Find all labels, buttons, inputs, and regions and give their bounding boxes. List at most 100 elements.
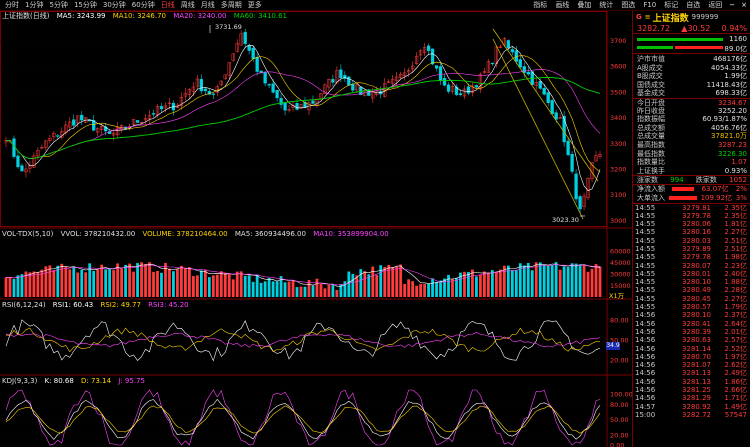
tool-item[interactable]: F10 (639, 0, 660, 11)
k-label: K: 80.68 (44, 377, 74, 385)
tick-vol: 1.49亿 (724, 402, 747, 411)
tick-time: 14:55 (635, 211, 656, 220)
tick-vol: 2.40亿 (724, 269, 747, 278)
kdj-lines (0, 389, 606, 446)
tick-time: 14:56 (635, 361, 656, 370)
vol-ma10-label: MA10: 353899904.00 (313, 230, 389, 238)
period-tab[interactable]: 多周期 (218, 0, 245, 11)
tick-row: 14:55 3280.07 2.23亿 (633, 262, 750, 270)
period-tab[interactable]: 月线 (198, 0, 218, 11)
stat-value: 3226.30 (718, 149, 747, 158)
tick-time: 14:55 (635, 294, 656, 303)
rsi-title: RSI(6,12,24) (2, 301, 46, 309)
tick-vol: 57547 (724, 410, 747, 419)
flow-bar (668, 195, 697, 200)
moving-averages (6, 44, 601, 192)
price-tick: 3400 (610, 114, 627, 122)
kdj-tick: 0.00 (610, 442, 624, 447)
quote-code: 999999 (691, 13, 719, 21)
stat-label: 总成交量 (637, 132, 665, 141)
tool-item[interactable]: 自选 (682, 0, 704, 11)
vol-tick: 15000 (610, 282, 631, 290)
stat-value: 4056.76亿 (711, 123, 747, 132)
tick-row: 14:56 3281.29 1.71亿 (633, 394, 750, 402)
stat-value: 1.07 (731, 158, 747, 167)
price-tick: 3500 (610, 88, 627, 96)
stat-row: 最低指数 3226.30 (633, 150, 750, 159)
kdj-tick: 20.00 (610, 431, 629, 439)
tick-time: 14:55 (635, 286, 656, 295)
tool-item[interactable]: 图选 (617, 0, 639, 11)
period-tab[interactable]: 1分钟 (22, 0, 46, 11)
tick-price: 3280.01 (682, 269, 711, 278)
period-tab[interactable]: 15分钟 (71, 0, 100, 11)
tick-time: 14:56 (635, 319, 656, 328)
tool-item[interactable]: 标记 (660, 0, 682, 11)
tick-vol: 2.57亿 (724, 336, 747, 345)
stat-label: 上证换手 (637, 166, 665, 175)
tick-vol: 1.86亿 (724, 377, 747, 386)
vol-legend: VOL-TDX(5,10) VVOL: 378210432.00 VOLUME:… (2, 230, 394, 239)
tick-list[interactable]: 14:55 3279.81 2.35亿 14:55 3279.78 2.35亿 14:55 3… (633, 204, 750, 420)
tick-price: 3281.29 (682, 394, 711, 403)
stat-label: A股成交 (637, 63, 663, 72)
quote-badge: G (636, 13, 642, 21)
tick-row: 14:55 3280.01 2.40亿 (633, 270, 750, 278)
tick-price: 3279.78 (682, 211, 711, 220)
quote-change: ▲30.52 (681, 24, 711, 33)
tick-row: 14:55 3280.45 2.27亿 (633, 295, 750, 303)
tick-vol: 2.51亿 (724, 236, 747, 245)
tick-vol: 2.49亿 (724, 369, 747, 378)
tool-items: 指标 画线 叠加 统计 图选 F10 标记 自选 返回 (529, 0, 726, 11)
close-icon[interactable]: × (738, 0, 750, 11)
period-tab[interactable]: 更多 (245, 0, 265, 11)
stat-label: 基金成交 (637, 89, 665, 98)
rsi-axis: 80.0050.0020.00 (610, 317, 629, 365)
menu-icon[interactable]: ≡ (645, 13, 651, 21)
tick-time: 14:56 (635, 352, 656, 361)
tick-price: 3281.13 (682, 369, 711, 378)
rsi-tick: 80.00 (610, 317, 629, 325)
tick-price: 3280.63 (682, 336, 711, 345)
stat-label: 最低指数 (637, 149, 665, 158)
period-tab[interactable]: 日线 (158, 0, 178, 11)
period-tab[interactable]: 分时 (2, 0, 22, 11)
tick-time: 14:56 (635, 369, 656, 378)
tick-price: 3279.78 (682, 253, 711, 262)
stat-row: 指数振幅 60.93/1.87% (633, 115, 750, 124)
tool-item[interactable]: 指标 (529, 0, 551, 11)
tick-price: 3280.06 (682, 220, 711, 229)
tick-row: 14:56 3280.63 2.57亿 (633, 336, 750, 344)
tick-row: 14:56 3281.13 1.86亿 (633, 378, 750, 386)
tick-vol: 2.52亿 (724, 344, 747, 353)
tick-price: 3280.49 (682, 286, 711, 295)
stat-row: 基金成交 698.33亿 (633, 89, 750, 98)
period-toolbar: 分时 1分钟 5分钟 15分钟 30分钟 60分钟 日线 周线 月线 多周期 更多 指标 画线 叠加 统计… (0, 0, 750, 11)
rsi-marker: 34.9 (606, 342, 620, 350)
tick-price: 3280.07 (682, 261, 711, 270)
minimize-icon[interactable]: − (726, 0, 738, 11)
tool-item[interactable]: 画线 (551, 0, 573, 11)
tick-time: 15:00 (635, 410, 656, 419)
down-bar-a (637, 46, 673, 49)
tick-vol: 1.97亿 (724, 352, 747, 361)
tick-price: 3280.16 (682, 228, 711, 237)
tool-item[interactable]: 返回 (704, 0, 726, 11)
period-tab[interactable]: 周线 (178, 0, 198, 11)
tool-item[interactable]: 统计 (595, 0, 617, 11)
tick-vol: 2.35亿 (724, 211, 747, 220)
period-tab[interactable]: 5分钟 (46, 0, 70, 11)
period-tabs: 分时 1分钟 5分钟 15分钟 30分钟 60分钟 日线 周线 月线 多周期 更多 (0, 0, 265, 11)
volume-axis: 60000 45000 30000 15000 (610, 247, 631, 290)
tick-row: 14:57 3280.92 1.49亿 (633, 403, 750, 411)
flows: 净流入额 63.07亿 2% 大单流入 109.92亿 3% (633, 184, 750, 204)
tick-time: 14:55 (635, 269, 656, 278)
period-tab[interactable]: 60分钟 (129, 0, 158, 11)
period-tab[interactable]: 30分钟 (100, 0, 129, 11)
stat-label: 最高指数 (637, 140, 665, 149)
stat-value: 37821.0万 (711, 132, 747, 141)
kdj-title: KDJ(9,3,3) (2, 377, 38, 385)
tool-item[interactable]: 叠加 (573, 0, 595, 11)
volume-bars (4, 262, 602, 297)
flow-bar (672, 187, 695, 192)
